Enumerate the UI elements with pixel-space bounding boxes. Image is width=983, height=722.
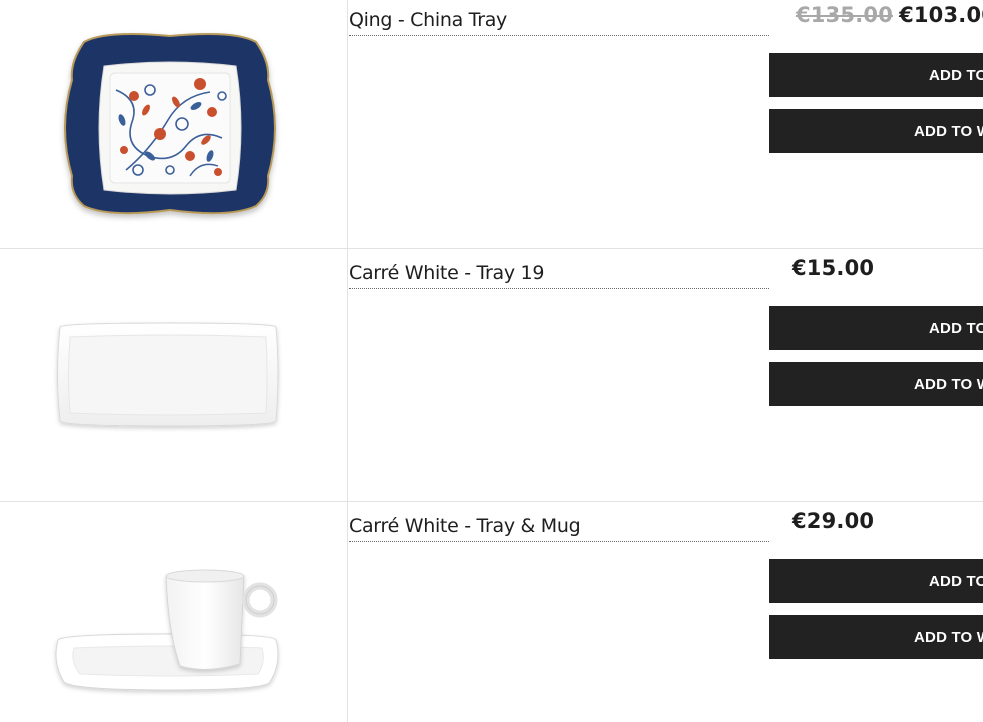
price: €29.00 [792, 509, 875, 533]
product-image-carre-tray-19[interactable] [0, 249, 347, 502]
product-row-carre-tray-mug: Carré White - Tray & Mug €29.00 ADD TO A… [0, 502, 983, 722]
product-row-carre-tray-19: Carré White - Tray 19 €15.00 ADD TO ADD … [0, 249, 983, 502]
qing-tray-image [64, 33, 276, 215]
product-image-qing-tray[interactable] [0, 0, 347, 253]
old-price: €135.00 [796, 3, 894, 27]
product-list: Qing - China Tray €135.00€103.00 ADD TO … [0, 0, 983, 722]
carre-tray-19-image [57, 322, 279, 427]
product-row-qing-tray: Qing - China Tray €135.00€103.00 ADD TO … [0, 0, 983, 253]
add-to-wishlist-button[interactable]: ADD TO W [769, 109, 983, 153]
add-to-cart-button[interactable]: ADD TO [769, 53, 983, 97]
add-to-wishlist-button[interactable]: ADD TO W [769, 362, 983, 406]
product-price-qing-tray: €135.00€103.00 [796, 3, 983, 27]
product-price-carre-tray-mug: €29.00 [792, 509, 874, 533]
product-image-carre-tray-mug[interactable] [0, 502, 347, 722]
product-name-label: Carré White - Tray 19 [349, 262, 545, 284]
product-name-qing-tray[interactable]: Qing - China Tray [349, 9, 769, 36]
add-to-wishlist-button[interactable]: ADD TO W [769, 615, 983, 659]
product-price-carre-tray-19: €15.00 [792, 256, 874, 280]
add-to-cart-button[interactable]: ADD TO [769, 306, 983, 350]
price: €15.00 [792, 256, 875, 280]
product-name-carre-tray-19[interactable]: Carré White - Tray 19 [349, 262, 769, 289]
sale-price: €103.00 [899, 3, 983, 27]
carre-tray-mug-image [55, 569, 279, 691]
add-to-cart-button[interactable]: ADD TO [769, 559, 983, 603]
product-name-label: Qing - China Tray [349, 9, 507, 31]
product-name-carre-tray-mug[interactable]: Carré White - Tray & Mug [349, 515, 769, 542]
product-name-label: Carré White - Tray & Mug [349, 515, 581, 537]
